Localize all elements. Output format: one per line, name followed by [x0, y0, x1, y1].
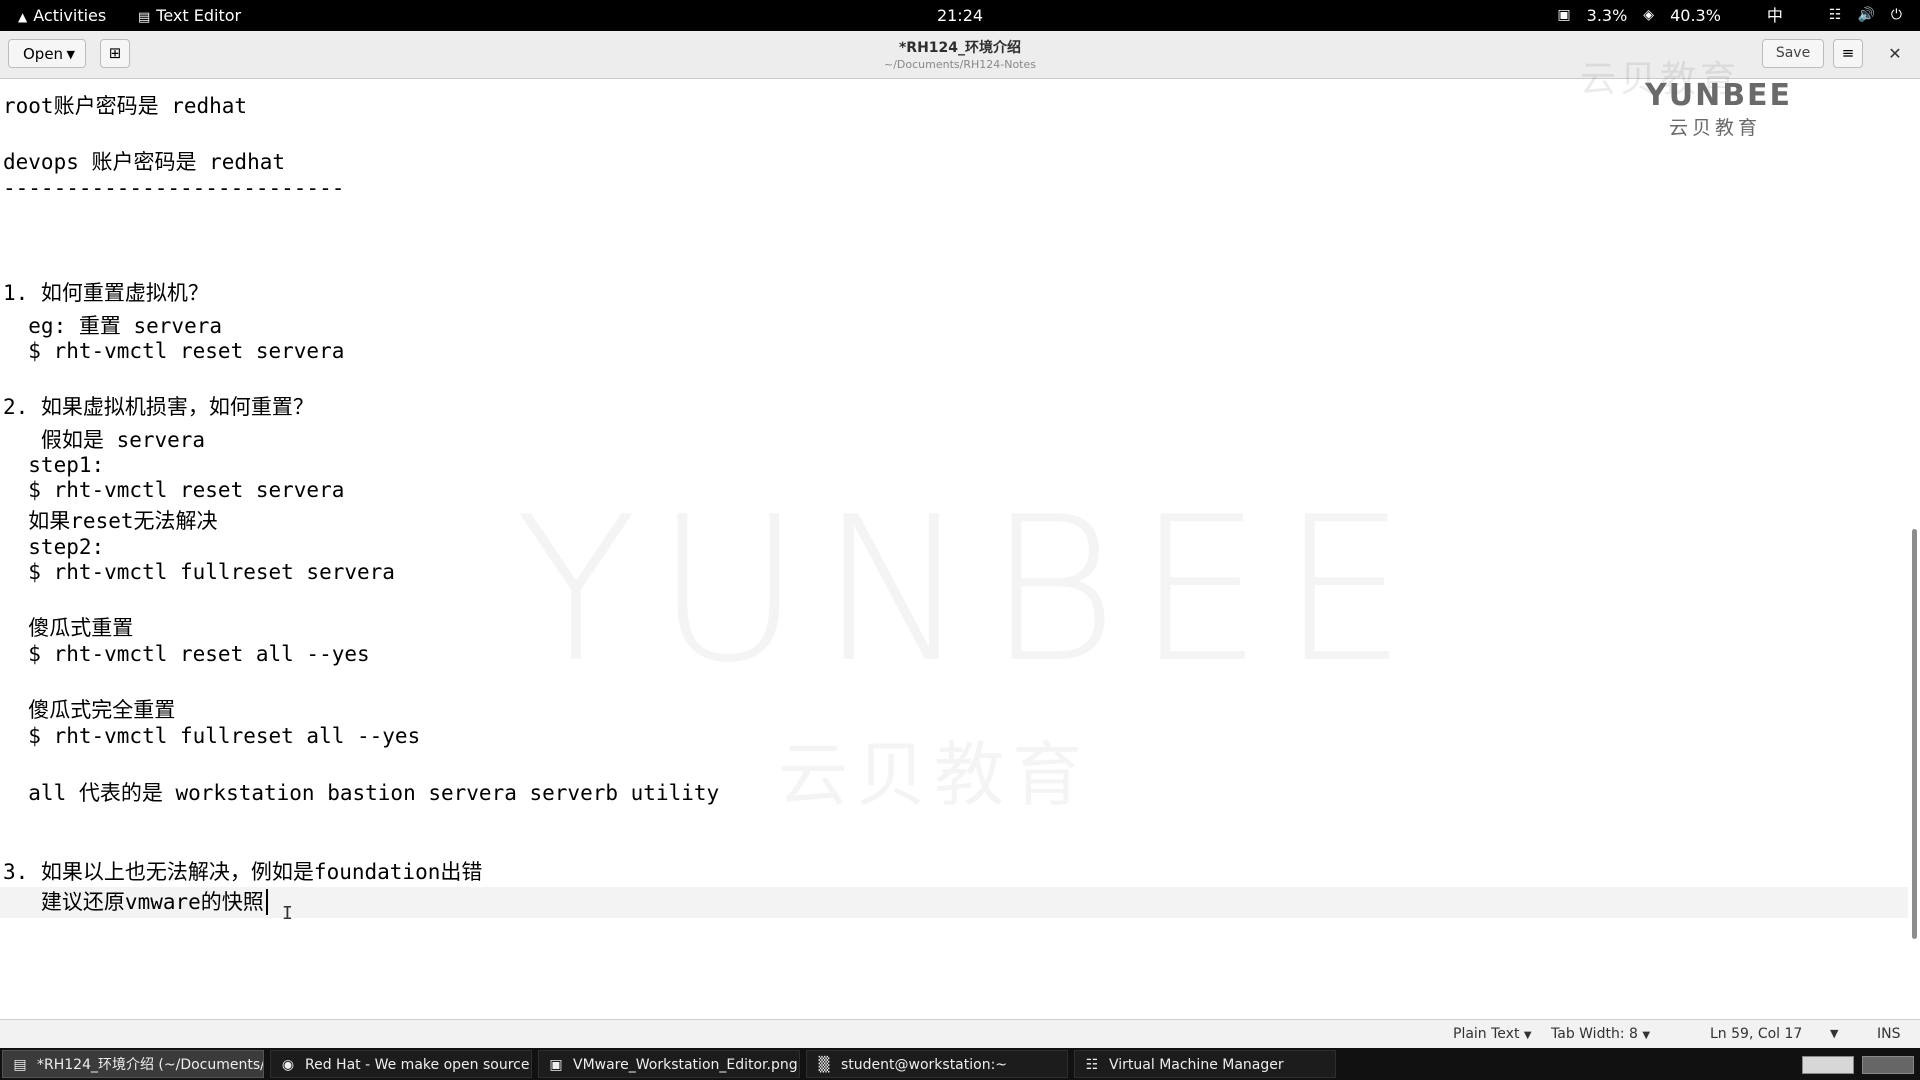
syntax-language-label: Plain Text: [1453, 1026, 1520, 1042]
text-line: root账户密码是 redhat: [3, 94, 248, 118]
text-editor-icon: ▤: [138, 10, 151, 25]
text-line: $ rht-vmctl reset servera: [3, 339, 345, 363]
insert-mode-indicator: INS: [1877, 1026, 1901, 1042]
workspace-2[interactable]: [1862, 1056, 1914, 1074]
chevron-down-icon: ▼: [1642, 1030, 1651, 1041]
tab-width-label: Tab Width: 8: [1551, 1026, 1638, 1042]
cpu-icon: ▣: [1557, 7, 1571, 23]
firefox-icon: ◉: [281, 1057, 295, 1073]
text-line: ---------------------------: [3, 176, 345, 200]
watermark-logo-cn: 云贝教育: [1668, 117, 1761, 139]
memory-usage: 40.3%: [1670, 6, 1721, 25]
top-bar: ▲ Activities ▤ Text Editor 21:24 ▣ 3.3% ◈ …: [0, 0, 1920, 31]
terminal-icon: ▒: [818, 1057, 830, 1073]
task-text-editor[interactable]: ▤ *RH124_环境介绍 (~/Documents/...: [2, 1050, 264, 1078]
text-line: 假如是 servera: [3, 428, 206, 452]
text-line-current: 建议还原vmware的快照: [3, 890, 264, 914]
activities-button[interactable]: ▲ Activities: [18, 0, 106, 31]
text-line: step1:: [3, 453, 105, 477]
task-terminal[interactable]: ▒ student@workstation:~: [806, 1050, 1068, 1078]
text-line: eg: 重置 servera: [3, 314, 223, 338]
vm-manager-icon: ☷: [1085, 1057, 1099, 1073]
text-line: 2. 如果虚拟机损害，如何重置？: [3, 395, 314, 419]
text-cursor: [266, 889, 268, 915]
text-line: $ rht-vmctl reset servera: [3, 478, 345, 502]
mouse-ibeam-icon: I: [282, 903, 293, 924]
cpu-usage: 3.3%: [1586, 6, 1628, 25]
chevron-down-icon[interactable]: ▼: [1830, 1020, 1838, 1048]
text-line: $ rht-vmctl fullreset all --yes: [3, 724, 421, 748]
watermark-logo: YUNBEE 云贝教育: [1645, 78, 1793, 140]
close-icon: ✕: [1888, 44, 1902, 63]
text-line: $ rht-vmctl fullreset servera: [3, 560, 395, 584]
chevron-down-icon: ▼: [1523, 1030, 1532, 1041]
save-button[interactable]: Save: [1762, 39, 1824, 68]
text-line: devops 账户密码是 redhat: [3, 150, 286, 174]
task-label: Red Hat - We make open source te...: [305, 1057, 531, 1073]
vertical-scrollbar[interactable]: [1912, 529, 1917, 939]
text-line: 1. 如何重置虚拟机？: [3, 281, 209, 305]
text-line: 傻瓜式重置: [3, 616, 134, 640]
text-editor-icon: ▤: [13, 1057, 27, 1073]
task-label: VMware_Workstation_Editor.png: [573, 1057, 798, 1073]
text-line: 傻瓜式完全重置: [3, 698, 176, 722]
app-menu[interactable]: ▤ Text Editor: [138, 0, 241, 31]
system-status-area[interactable]: ▣ 3.3% ◈ 40.3% 中 ☷ 🔊 ⏻: [1557, 0, 1902, 31]
text-line: $ rht-vmctl reset all --yes: [3, 642, 370, 666]
watermark-text: YUNBEE: [515, 474, 1425, 707]
task-firefox[interactable]: ◉ Red Hat - We make open source te...: [270, 1050, 532, 1078]
main-menu-button[interactable]: ≡: [1833, 39, 1863, 68]
tab-width-selector[interactable]: Tab Width: 8 ▼: [1551, 1020, 1650, 1050]
volume-icon[interactable]: 🔊: [1857, 0, 1874, 31]
activities-label: Activities: [33, 6, 107, 25]
clock[interactable]: 21:24: [937, 6, 983, 25]
window-list-taskbar: ▤ *RH124_环境介绍 (~/Documents/... ◉ Red Hat -…: [0, 1048, 1920, 1080]
syntax-language-selector[interactable]: Plain Text ▼: [1453, 1020, 1532, 1050]
text-editor-area[interactable]: YUNBEE 云贝教育 root账户密码是 redhat devops 账户密码…: [0, 79, 1920, 1019]
task-label: student@workstation:~: [841, 1057, 1008, 1073]
watermark-subtext: 云贝教育: [778, 719, 1090, 820]
activities-icon: ▲: [18, 10, 28, 24]
cursor-position[interactable]: Ln 59, Col 17: [1710, 1020, 1802, 1048]
task-image-viewer[interactable]: ▣ VMware_Workstation_Editor.png: [538, 1050, 800, 1078]
image-viewer-icon: ▣: [549, 1057, 563, 1073]
workspace-1[interactable]: [1802, 1056, 1854, 1074]
network-icon[interactable]: ☷: [1829, 0, 1842, 31]
close-window-button[interactable]: ✕: [1880, 39, 1910, 68]
task-label: *RH124_环境介绍 (~/Documents/...: [37, 1057, 264, 1073]
editor-status-bar: Plain Text ▼ Tab Width: 8 ▼ Ln 59, Col 1…: [0, 1019, 1920, 1048]
task-vm-manager[interactable]: ☷ Virtual Machine Manager: [1074, 1050, 1336, 1078]
text-line: step2:: [3, 535, 105, 559]
app-menu-label: Text Editor: [156, 6, 242, 25]
watermark-logo-brand: YUNBEE: [1645, 78, 1793, 113]
memory-icon: ◈: [1643, 7, 1655, 23]
text-line: 3. 如果以上也无法解决，例如是foundation出错: [3, 860, 483, 884]
input-method-indicator[interactable]: 中: [1767, 0, 1783, 31]
hamburger-menu-icon: ≡: [1841, 44, 1855, 62]
task-label: Virtual Machine Manager: [1109, 1057, 1284, 1073]
power-icon[interactable]: ⏻: [1891, 0, 1902, 31]
text-line: all 代表的是 workstation bastion servera ser…: [3, 781, 720, 805]
text-line: 如果reset无法解决: [3, 509, 218, 533]
